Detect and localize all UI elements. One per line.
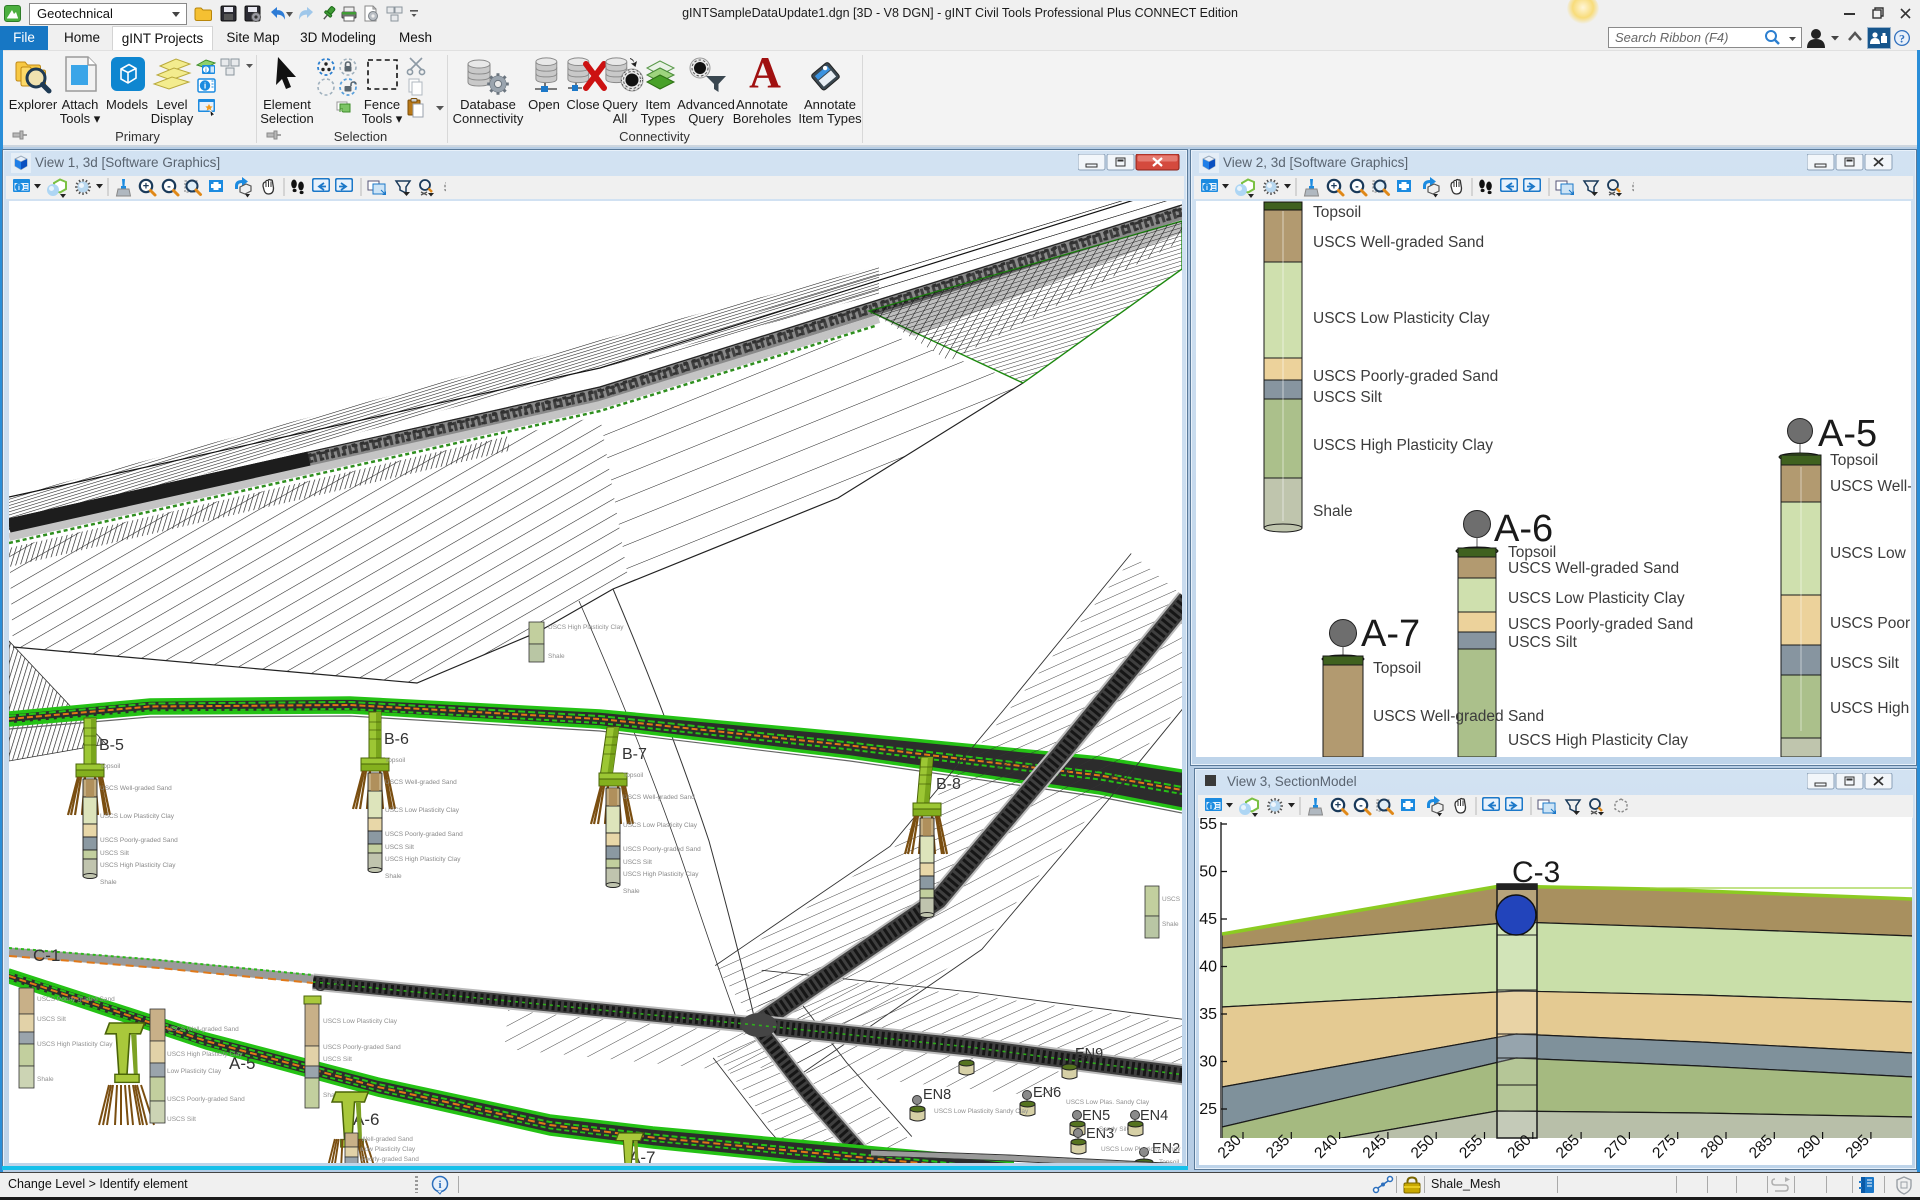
svg-text:USCS High Plasticity Clay: USCS High Plasticity Clay bbox=[385, 856, 461, 863]
svg-text:USCS Poorly-graded Sand: USCS Poorly-graded Sand bbox=[167, 1096, 245, 1103]
svg-text:USCS Low P: USCS Low P bbox=[1830, 545, 1911, 562]
svg-text:USCS Well-graded Sand: USCS Well-graded Sand bbox=[100, 785, 172, 792]
svg-text:USCS Silt: USCS Silt bbox=[1830, 655, 1900, 672]
svg-text:USCS Low Plasticity Clay: USCS Low Plasticity Clay bbox=[623, 822, 698, 829]
svg-text:USCS Poorly-graded Sand: USCS Poorly-graded Sand bbox=[1313, 368, 1498, 385]
svg-text:?: ? bbox=[1899, 32, 1905, 46]
svg-text:A-5: A-5 bbox=[1818, 413, 1877, 455]
svg-text:i: i bbox=[18, 185, 20, 192]
svg-text:Topsoil: Topsoil bbox=[100, 763, 121, 770]
svg-text:EN9: EN9 bbox=[1075, 1046, 1103, 1062]
svg-text:Shale: Shale bbox=[1313, 503, 1353, 520]
svg-text:+: + bbox=[1331, 181, 1337, 193]
svg-text:EN4: EN4 bbox=[1140, 1108, 1168, 1124]
svg-text:USCS Low Plasticity Clay: USCS Low Plasticity Clay bbox=[1313, 310, 1490, 327]
svg-text:USCS Poorly: USCS Poorly bbox=[1830, 615, 1911, 632]
svg-text:USCS Low Plas. Sandy Clay: USCS Low Plas. Sandy Clay bbox=[1066, 1099, 1150, 1106]
svg-text:i: i bbox=[1210, 804, 1212, 811]
svg-text:Low Plasticity Clay: Low Plasticity Clay bbox=[167, 1068, 222, 1075]
svg-text:30: 30 bbox=[1199, 1054, 1217, 1071]
svg-text:USCS High Plasticity Clay: USCS High Plasticity Clay bbox=[623, 871, 699, 878]
svg-text:USCS Silt: USCS Silt bbox=[1313, 389, 1383, 406]
svg-text:Shale: Shale bbox=[100, 879, 117, 886]
svg-text:A-7: A-7 bbox=[1361, 613, 1420, 655]
svg-text:EN6: EN6 bbox=[1033, 1085, 1061, 1101]
svg-text:i: i bbox=[438, 1179, 441, 1191]
svg-text:Topsoil: Topsoil bbox=[1313, 204, 1361, 221]
svg-text:USCS Poorly-graded Sand: USCS Poorly-graded Sand bbox=[623, 846, 701, 853]
svg-text:USCS Poorly-graded Sand: USCS Poorly-graded Sand bbox=[385, 831, 463, 838]
svg-text:USCS Silt: USCS Silt bbox=[167, 1116, 196, 1123]
svg-text:Shale: Shale bbox=[385, 873, 402, 880]
svg-text:USCS Low Plasticity Sandy Clay: USCS Low Plasticity Sandy Clay bbox=[1101, 1146, 1182, 1153]
svg-text:USCS High Plasticity Clay: USCS High Plasticity Clay bbox=[1313, 437, 1493, 454]
svg-text:B-6: B-6 bbox=[384, 731, 409, 748]
svg-text:C-3: C-3 bbox=[314, 976, 341, 995]
svg-text:USCS High Plasticity Clay: USCS High Plasticity Clay bbox=[100, 862, 176, 869]
svg-text:USCS Poorly-graded Sand: USCS Poorly-graded Sand bbox=[323, 1044, 401, 1051]
svg-text:USCS Well-graded Sand: USCS Well-graded Sand bbox=[1313, 234, 1484, 251]
svg-text:USCS Well-graded Sand: USCS Well-graded Sand bbox=[385, 779, 457, 786]
svg-text:i: i bbox=[1206, 185, 1208, 192]
svg-text:-: - bbox=[1355, 181, 1359, 193]
svg-text:55: 55 bbox=[1199, 817, 1217, 833]
svg-text:USCS Silt: USCS Silt bbox=[37, 1016, 66, 1023]
svg-text:Low Plasticity Clay: Low Plasticity Clay bbox=[361, 1146, 416, 1153]
svg-text:USCS High Plasticity Clay: USCS High Plasticity Clay bbox=[548, 624, 624, 631]
svg-text:USCS Poorly-graded Sand: USCS Poorly-graded Sand bbox=[1508, 616, 1693, 633]
svg-text:USCS Poorly-graded Sand: USCS Poorly-graded Sand bbox=[37, 996, 115, 1003]
svg-text:USCS Silt: USCS Silt bbox=[100, 850, 129, 857]
svg-text:EN8: EN8 bbox=[923, 1087, 951, 1103]
svg-text:25: 25 bbox=[1199, 1101, 1217, 1118]
svg-text:USCS Low Plasticity Clay: USCS Low Plasticity Clay bbox=[100, 813, 175, 820]
svg-text:Sandy Silt: Sandy Silt bbox=[1099, 1126, 1128, 1133]
svg-text:USCS Poorly-graded Sand: USCS Poorly-graded Sand bbox=[100, 837, 178, 844]
svg-text:+: + bbox=[1335, 800, 1341, 812]
svg-text:C-1: C-1 bbox=[33, 946, 60, 965]
svg-text:USCS Low Plasticity Clay: USCS Low Plasticity Clay bbox=[1508, 590, 1685, 607]
svg-text:USCS Well-graded Sand: USCS Well-graded Sand bbox=[623, 794, 695, 801]
svg-text:i: i bbox=[204, 81, 206, 91]
svg-text:USCS Silt: USCS Silt bbox=[1508, 634, 1578, 651]
svg-text:Topsoil: Topsoil bbox=[385, 757, 406, 764]
svg-text:+: + bbox=[143, 181, 149, 193]
svg-text:B-5: B-5 bbox=[99, 737, 124, 754]
svg-text:B-8: B-8 bbox=[936, 776, 961, 793]
svg-text:B-7: B-7 bbox=[622, 746, 647, 763]
svg-text:Shale: Shale bbox=[1162, 921, 1179, 928]
svg-text:EN5: EN5 bbox=[1082, 1108, 1110, 1124]
svg-text:USCS Well-graded Sand: USCS Well-graded Sand bbox=[1508, 560, 1679, 577]
svg-text:USCS Silt: USCS Silt bbox=[623, 859, 652, 866]
svg-text:USCS Low Plasticity Clay: USCS Low Plasticity Clay bbox=[323, 1018, 398, 1025]
svg-text:USCS High P: USCS High P bbox=[1830, 700, 1911, 717]
svg-text:Poorly-graded Sand: Poorly-graded Sand bbox=[361, 1156, 419, 1163]
svg-text:Well-graded Sand: Well-graded Sand bbox=[361, 1136, 413, 1143]
svg-text:USCS Well-graded Sand: USCS Well-graded Sand bbox=[1373, 708, 1544, 725]
svg-text:40: 40 bbox=[1199, 959, 1217, 976]
svg-text:Shale: Shale bbox=[37, 1076, 54, 1083]
svg-text:USCS High Plasticity Clay: USCS High Plasticity Clay bbox=[37, 1041, 113, 1048]
svg-text:Topsoil: Topsoil bbox=[1373, 660, 1421, 677]
svg-text:USCS High Plasticity Clay: USCS High Plasticity Clay bbox=[1508, 732, 1688, 749]
svg-text:USCS Well-graded Sand: USCS Well-graded Sand bbox=[167, 1026, 239, 1033]
svg-text:-: - bbox=[1359, 800, 1363, 812]
svg-text:USCS Silt: USCS Silt bbox=[323, 1056, 352, 1063]
svg-text:45: 45 bbox=[1199, 911, 1217, 928]
svg-text:USCS High Plasticity Clay: USCS High Plasticity Clay bbox=[167, 1051, 243, 1058]
svg-text:Shale: Shale bbox=[623, 888, 640, 895]
svg-text:USCS Low Plasticity Sandy Clay: USCS Low Plasticity Sandy Clay bbox=[934, 1108, 1029, 1115]
svg-text:Topsoil: Topsoil bbox=[1830, 452, 1878, 469]
svg-text:50: 50 bbox=[1199, 864, 1217, 881]
svg-text:-: - bbox=[167, 181, 171, 193]
svg-text:A-7: A-7 bbox=[629, 1148, 655, 1163]
svg-text:C-3: C-3 bbox=[1512, 856, 1560, 889]
svg-text:USCS Hig: USCS Hig bbox=[1162, 896, 1182, 903]
svg-text:Topsoil: Topsoil bbox=[1508, 544, 1556, 561]
svg-text:Topsoil: Topsoil bbox=[623, 772, 644, 779]
svg-text:USCS Low Plasticity Clay: USCS Low Plasticity Clay bbox=[385, 807, 460, 814]
svg-text:35: 35 bbox=[1199, 1006, 1217, 1023]
svg-text:USCS Silt: USCS Silt bbox=[385, 844, 414, 851]
svg-text:Shale: Shale bbox=[548, 653, 565, 660]
svg-text:USCS Well-g: USCS Well-g bbox=[1830, 478, 1911, 495]
